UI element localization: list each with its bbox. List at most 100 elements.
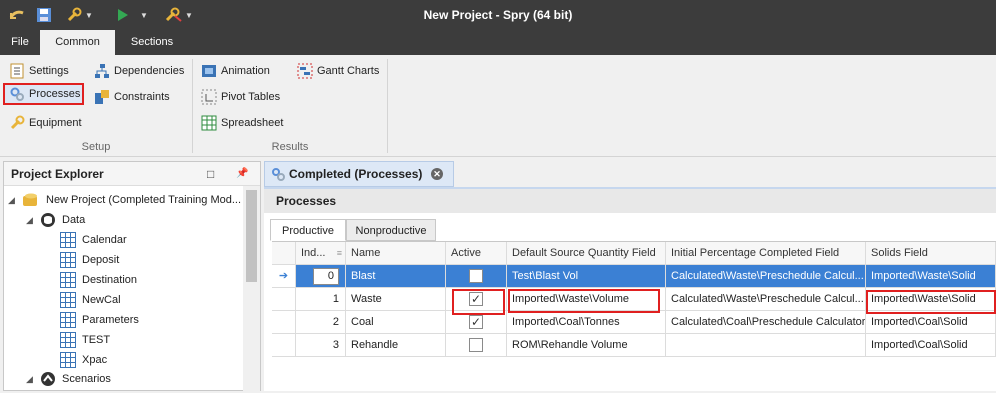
tree-item-deposit[interactable]: Deposit — [60, 250, 119, 270]
tab-file[interactable]: File — [0, 30, 40, 55]
equipment-button[interactable]: Equipment — [5, 112, 82, 134]
dependencies-label: Dependencies — [114, 65, 185, 77]
ribbon-tabs: File Common Sections — [0, 30, 996, 55]
table-row-initial[interactable]: Calculated\Waste\Preschedule Calcul... — [666, 265, 866, 288]
active-checkbox[interactable]: ✓ — [469, 315, 483, 329]
tab-common[interactable]: Common — [40, 30, 115, 55]
table-row-active[interactable] — [446, 334, 507, 357]
section-title: Processes — [264, 189, 996, 213]
spreadsheet-button[interactable]: Spreadsheet — [197, 112, 283, 134]
tab-sections[interactable]: Sections — [118, 30, 186, 55]
spreadsheet-icon — [201, 115, 217, 131]
table-row-index[interactable]: 1 — [296, 288, 346, 311]
row-indicator — [272, 288, 296, 311]
table-row-initial[interactable] — [666, 334, 866, 357]
group-divider — [192, 59, 193, 153]
table-icon — [60, 252, 76, 268]
table-row-index[interactable]: 2 — [296, 311, 346, 334]
table-row-source[interactable]: Imported\Coal\Tonnes — [507, 311, 666, 334]
tree-item-label: NewCal — [82, 294, 121, 306]
tree-item-project-root[interactable]: ◢ New Project (Completed Training Mod... — [8, 190, 241, 210]
document-tabstrip: Completed (Processes) ✕ — [264, 161, 996, 187]
pivot-tables-button[interactable]: Pivot Tables — [197, 86, 280, 108]
table-row-source[interactable]: Imported\Waste\Volume — [507, 288, 666, 311]
active-checkbox[interactable]: ✓ — [469, 292, 483, 306]
ribbon: Settings Dependencies Processes Constrai… — [0, 55, 996, 157]
row-indicator — [272, 311, 296, 334]
settings-button[interactable]: Settings — [5, 60, 69, 82]
float-panel-button[interactable]: □ — [207, 162, 214, 186]
dependencies-button[interactable]: Dependencies — [90, 60, 184, 82]
group-divider — [387, 59, 388, 153]
table-row-solids[interactable]: Imported\Waste\Solid — [866, 265, 996, 288]
data-folder-label: Data — [62, 214, 86, 226]
tab-productive[interactable]: Productive — [270, 219, 346, 241]
row-indicator — [272, 334, 296, 357]
tree-item-label: Deposit — [82, 254, 120, 266]
processes-panel: Processes Productive Nonproductive Ind..… — [264, 187, 996, 391]
column-header-source[interactable]: Default Source Quantity Field — [507, 242, 666, 265]
table-row-source[interactable]: ROM\Rehandle Volume — [507, 334, 666, 357]
active-checkbox[interactable] — [469, 338, 483, 352]
scrollbar-thumb[interactable] — [246, 190, 257, 282]
column-header-name[interactable]: Name — [346, 242, 446, 265]
current-row-arrow-icon: ➔ — [272, 265, 296, 288]
tree-item-destination[interactable]: Destination — [60, 270, 137, 290]
processes-grid: Ind... ≡ Name Active Default Source Quan… — [272, 241, 996, 393]
table-row-active[interactable] — [446, 265, 507, 288]
column-header-initial[interactable]: Initial Percentage Completed Field — [666, 242, 866, 265]
processes-label: Processes — [29, 88, 81, 100]
processes-button[interactable]: Processes — [3, 83, 84, 105]
table-icon — [60, 352, 76, 368]
sort-icon: ≡ — [336, 248, 342, 258]
tree-item-data[interactable]: ◢ Data — [26, 210, 85, 230]
table-row-index[interactable]: 3 — [296, 334, 346, 357]
table-icon — [60, 312, 76, 328]
spreadsheet-label: Spreadsheet — [221, 117, 284, 129]
window-title: New Project - Spry (64 bit) — [423, 8, 573, 22]
table-row-active[interactable]: ✓ — [446, 311, 507, 334]
pin-panel-button[interactable]: 📌 — [236, 162, 248, 186]
table-row-active[interactable]: ✓ — [446, 288, 507, 311]
row-indicator-header — [272, 242, 296, 265]
chevron-down-icon: ◢ — [8, 194, 15, 205]
chevron-down-icon: ◢ — [26, 373, 33, 384]
table-row-initial[interactable]: Calculated\Waste\Preschedule Calcul... — [666, 288, 866, 311]
tree-item-parameters[interactable]: Parameters — [60, 310, 139, 330]
table-row-name[interactable]: Rehandle — [346, 334, 446, 357]
table-row-solids[interactable]: Imported\Waste\Solid — [866, 288, 996, 311]
table-row-solids[interactable]: Imported\Coal\Solid — [866, 311, 996, 334]
column-header-solids[interactable]: Solids Field — [866, 242, 996, 265]
column-header-active[interactable]: Active — [446, 242, 507, 265]
document-tab[interactable]: Completed (Processes) ✕ — [264, 161, 454, 187]
tab-nonproductive[interactable]: Nonproductive — [346, 219, 436, 241]
table-row-index[interactable]: 0 — [296, 265, 346, 288]
table-row-name[interactable]: Coal — [346, 311, 446, 334]
tree-item-test[interactable]: TEST — [60, 330, 110, 350]
close-icon[interactable]: ✕ — [431, 168, 443, 180]
results-group-label: Results — [271, 141, 309, 153]
gantt-charts-button[interactable]: Gantt Charts — [293, 60, 379, 82]
table-row-initial[interactable]: Calculated\Coal\Preschedule Calculator — [666, 311, 866, 334]
table-row-source[interactable]: Test\Blast Vol — [507, 265, 666, 288]
table-row-solids[interactable]: Imported\Coal\Solid — [866, 334, 996, 357]
tree-item-label: TEST — [82, 334, 111, 346]
project-icon — [23, 193, 37, 206]
tree-item-newcal[interactable]: NewCal — [60, 290, 121, 310]
animation-button[interactable]: Animation — [197, 60, 270, 82]
document-tab-label: Completed (Processes) — [289, 167, 423, 181]
project-explorer-header: Project Explorer □ 📌 — [4, 162, 260, 186]
tree-item-scenarios[interactable]: ◢ Scenarios — [26, 369, 111, 389]
gantt-charts-label: Gantt Charts — [317, 65, 380, 77]
table-row-name[interactable]: Blast — [346, 265, 446, 288]
index-editor[interactable]: 0 — [313, 268, 339, 285]
column-header-index[interactable]: Ind... ≡ — [296, 242, 346, 265]
table-row-name[interactable]: Waste — [346, 288, 446, 311]
active-checkbox[interactable] — [469, 269, 483, 283]
constraints-button[interactable]: Constraints — [90, 86, 170, 108]
tree-item-xpac[interactable]: Xpac — [60, 350, 107, 370]
explorer-scrollbar[interactable] — [243, 186, 260, 391]
database-icon — [41, 213, 55, 227]
settings-icon — [9, 63, 25, 79]
tree-item-calendar[interactable]: Calendar — [60, 230, 127, 250]
